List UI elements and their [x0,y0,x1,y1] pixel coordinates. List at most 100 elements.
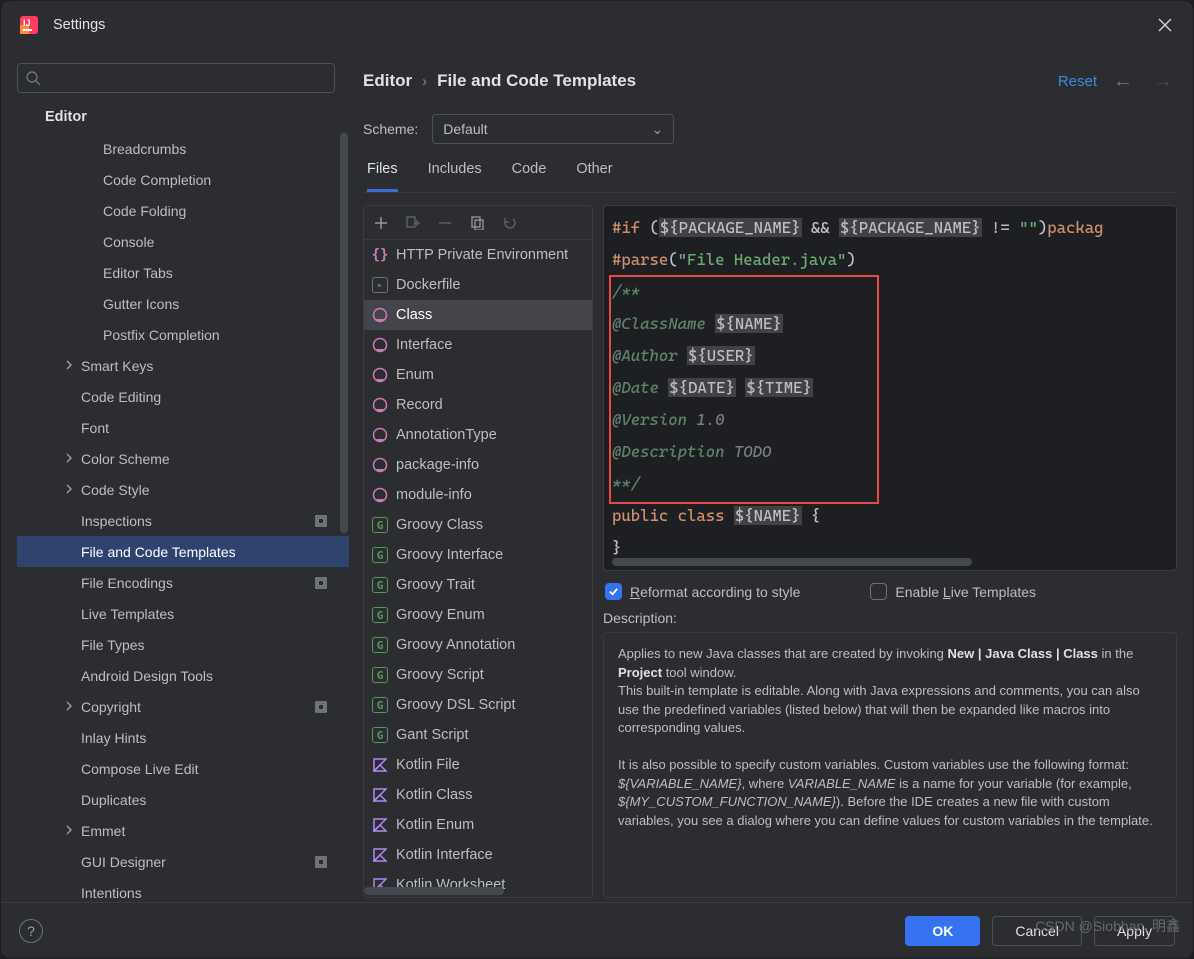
template-item[interactable]: Enum [364,360,592,390]
sidebar-item[interactable]: Color Scheme [17,443,349,474]
template-item[interactable]: GGroovy Annotation [364,630,592,660]
template-item[interactable]: Record [364,390,592,420]
sidebar-item[interactable]: Android Design Tools [17,660,349,691]
sidebar-item[interactable]: Breadcrumbs [17,133,349,164]
sidebar-item[interactable]: Font [17,412,349,443]
template-list-scrollbar[interactable] [364,885,592,897]
sidebar-item-label: Postfix Completion [103,327,220,343]
sidebar-item[interactable]: File Encodings [17,567,349,598]
breadcrumb-root[interactable]: Editor [363,71,412,91]
template-item[interactable]: GGroovy DSL Script [364,690,592,720]
sidebar-item-label: File Encodings [81,575,173,591]
template-label: Dockerfile [396,277,460,293]
template-label: Kotlin Interface [396,847,493,863]
back-icon[interactable]: ← [1109,70,1137,93]
sidebar-scrollbar[interactable] [339,133,349,902]
template-label: Groovy Enum [396,607,485,623]
sidebar-item[interactable]: Inlay Hints [17,722,349,753]
template-label: AnnotationType [396,427,497,443]
sidebar-item-label: Duplicates [81,792,146,808]
sidebar-item[interactable]: Smart Keys [17,350,349,381]
tab[interactable]: Code [512,161,547,192]
template-label: Groovy Class [396,517,483,533]
sidebar-item[interactable]: Emmet [17,815,349,846]
sidebar-item[interactable]: Compose Live Edit [17,753,349,784]
template-item[interactable]: GGroovy Script [364,660,592,690]
sidebar-item[interactable]: Intentions [17,877,349,902]
sidebar-item-label: Color Scheme [81,451,170,467]
template-item[interactable]: package-info [364,450,592,480]
sidebar-item[interactable]: Gutter Icons [17,288,349,319]
close-icon[interactable] [1155,15,1175,35]
sidebar-item[interactable]: File and Code Templates [17,536,349,567]
svg-text:IJ: IJ [23,18,31,28]
sidebar-item[interactable]: Code Editing [17,381,349,412]
template-item[interactable]: ▸Dockerfile [364,270,592,300]
template-item[interactable]: {}HTTP Private Environment [364,240,592,270]
template-label: Groovy Script [396,667,484,683]
template-label: Groovy Trait [396,577,475,593]
sidebar-item-label: Editor Tabs [103,265,173,281]
template-item[interactable]: GGroovy Interface [364,540,592,570]
scheme-label: Scheme: [363,121,418,137]
template-item[interactable]: Interface [364,330,592,360]
template-item[interactable]: Kotlin Class [364,780,592,810]
copy-icon[interactable] [470,216,484,230]
add-child-icon [406,216,420,230]
sidebar-item[interactable]: Inspections [17,505,349,536]
sidebar-item[interactable]: File Types [17,629,349,660]
search-icon [25,70,41,86]
sidebar-item-label: Inlay Hints [81,730,146,746]
template-item[interactable]: AnnotationType [364,420,592,450]
template-item[interactable]: module-info [364,480,592,510]
sidebar-item-label: GUI Designer [81,854,166,870]
reset-link[interactable]: Reset [1058,73,1097,90]
editor-scrollbar[interactable] [612,558,972,566]
template-item[interactable]: Kotlin File [364,750,592,780]
template-editor[interactable]: #if (${PACKAGE_NAME} && ${PACKAGE_NAME} … [603,205,1177,571]
template-item[interactable]: Kotlin Enum [364,810,592,840]
sidebar-item[interactable]: Editor Tabs [17,257,349,288]
cancel-button[interactable]: Cancel [992,916,1082,946]
tab[interactable]: Other [576,161,612,192]
template-label: module-info [396,487,472,503]
sidebar-item-label: Copyright [81,699,141,715]
template-item[interactable]: GGant Script [364,720,592,750]
reformat-checkbox[interactable]: Reformat according to style [605,583,800,600]
project-badge-icon [315,856,327,868]
template-item[interactable]: Kotlin Interface [364,840,592,870]
forward-icon: → [1149,70,1177,93]
sidebar-item-label: Intentions [81,885,142,901]
chevron-right-icon: › [422,73,427,90]
sidebar-item[interactable]: Duplicates [17,784,349,815]
template-list: {}HTTP Private Environment▸Dockerfile Cla… [363,205,593,898]
sidebar-item-label: Android Design Tools [81,668,213,684]
live-templates-checkbox[interactable]: Enable Live Templates [870,583,1036,600]
template-item[interactable]: GGroovy Trait [364,570,592,600]
sidebar-item[interactable]: Code Completion [17,164,349,195]
sidebar-item[interactable]: Postfix Completion [17,319,349,350]
apply-button[interactable]: Apply [1094,916,1175,946]
search-input[interactable] [17,63,335,93]
scheme-select[interactable]: Default ⌄ [432,114,674,144]
template-label: Groovy Annotation [396,637,515,653]
template-item[interactable]: Class [364,300,592,330]
tab-bar: Files Includes Code Other [363,151,1177,193]
help-icon[interactable]: ? [19,919,43,943]
window-title: Settings [53,17,105,33]
template-label: Kotlin File [396,757,460,773]
sidebar-item[interactable]: Copyright [17,691,349,722]
add-icon[interactable] [374,216,388,230]
tab[interactable]: Includes [428,161,482,192]
sidebar-item[interactable]: Console [17,226,349,257]
tab[interactable]: Files [367,161,398,192]
sidebar-item[interactable]: Code Style [17,474,349,505]
template-label: Class [396,307,432,323]
sidebar-item[interactable]: Code Folding [17,195,349,226]
template-item[interactable]: GGroovy Class [364,510,592,540]
sidebar-item[interactable]: Live Templates [17,598,349,629]
template-item[interactable]: GGroovy Enum [364,600,592,630]
ok-button[interactable]: OK [905,916,980,946]
sidebar-item[interactable]: GUI Designer [17,846,349,877]
template-label: Groovy Interface [396,547,503,563]
